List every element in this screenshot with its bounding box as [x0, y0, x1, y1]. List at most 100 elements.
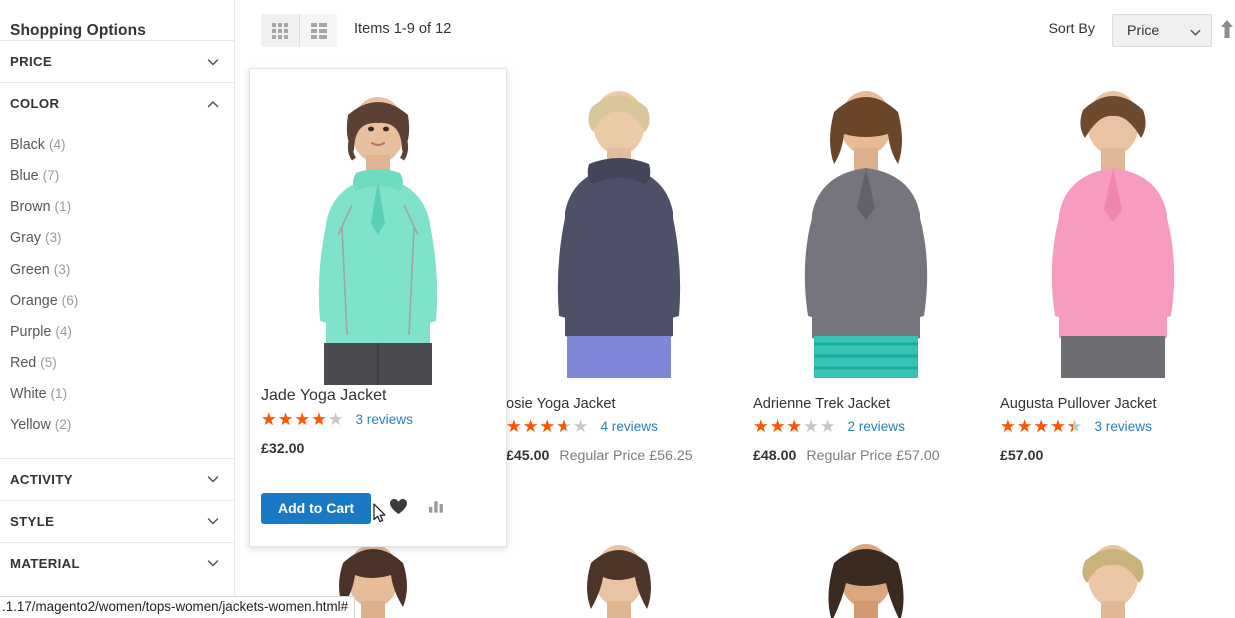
compare-bars-icon[interactable] [428, 499, 445, 518]
color-name: Blue [10, 168, 39, 185]
view-mode-switcher [261, 14, 337, 47]
color-count: (3) [53, 261, 71, 277]
color-name: Gray [10, 230, 41, 247]
product-item[interactable] [496, 515, 742, 618]
chevron-up-icon [206, 97, 219, 110]
product-item[interactable]: Augusta Pullover Jacket ★★★★★ ★★★★★ 3 re… [990, 62, 1235, 464]
sort-by-select[interactable]: Price [1112, 14, 1212, 47]
filter-block-material: MATERIAL [0, 541, 234, 584]
color-name: Red [10, 355, 37, 372]
star-rating-filled: ★★★★★ [261, 411, 329, 428]
product-actions: Add to Cart [261, 493, 445, 524]
chevron-down-icon [206, 472, 219, 485]
star-rating: ★★★★★ ★★★★★ [506, 417, 589, 435]
regular-price-label: Regular Price [806, 448, 893, 464]
reviews-link[interactable]: 2 reviews [847, 419, 904, 434]
filter-option-purple[interactable]: Purple (4) [0, 317, 234, 348]
filter-option-black[interactable]: Black (4) [0, 130, 234, 161]
sort-ascending-arrow-icon[interactable] [1219, 18, 1235, 40]
product-image[interactable] [496, 515, 742, 618]
heart-icon[interactable] [389, 498, 408, 520]
color-name: Black [10, 137, 45, 153]
color-name: Purple [10, 323, 52, 340]
product-name[interactable]: Augusta Pullover Jacket [990, 380, 1235, 412]
product-image[interactable] [743, 515, 989, 618]
filter-header-price[interactable]: PRICE [0, 41, 234, 82]
reviews-link[interactable]: 4 reviews [600, 419, 657, 434]
product-photo-jade-yoga-jacket [318, 97, 438, 385]
filter-header-color[interactable]: COLOR [0, 83, 234, 124]
product-photo-row2-purple [1082, 545, 1144, 618]
filter-option-brown[interactable]: Brown (1) [0, 192, 234, 223]
product-photo-josie-yoga-jacket [557, 91, 681, 378]
sidebar-title: Shopping Options [10, 22, 146, 39]
product-image[interactable] [743, 62, 989, 380]
filter-label-activity: ACTIVITY [10, 471, 73, 487]
chevron-down-icon [206, 514, 219, 527]
star-rating-filled: ★★★★★ [753, 418, 804, 435]
product-image[interactable] [496, 62, 742, 380]
product-rating: ★★★★★ ★★★★★ 3 reviews [990, 412, 1235, 435]
product-name[interactable]: Jade Yoga Jacket [250, 387, 506, 405]
filter-label-material: MATERIAL [10, 555, 80, 571]
product-price: £48.00 Regular Price £57.00 [743, 435, 989, 464]
product-rating: ★★★★★ ★★★★★ 3 reviews [250, 405, 506, 428]
filter-block-color: COLOR Black (4) Blue (7) Brown (1) Gray … [0, 82, 234, 458]
product-name[interactable]: osie Yoga Jacket [496, 380, 742, 412]
product-item[interactable] [743, 515, 989, 618]
product-price: £32.00 [250, 428, 506, 457]
filter-label-price: PRICE [10, 54, 53, 69]
filter-option-green[interactable]: Green (3) [0, 255, 234, 286]
product-item[interactable] [990, 515, 1235, 618]
color-name: Orange [10, 292, 58, 309]
sort-by-label: Sort By [1048, 21, 1095, 37]
regular-price-value: £56.25 [649, 448, 693, 464]
color-count: (7) [42, 168, 60, 184]
filter-option-yellow[interactable]: Yellow (2) [0, 410, 234, 441]
chevron-down-icon [206, 55, 219, 68]
chevron-down-icon [1189, 26, 1202, 39]
filter-header-activity[interactable]: ACTIVITY [0, 459, 234, 500]
filter-option-blue[interactable]: Blue (7) [0, 161, 234, 192]
status-bar-url: .1.17/magento2/women/tops-women/jackets-… [0, 596, 356, 618]
final-price: £57.00 [1000, 448, 1044, 464]
product-image[interactable] [990, 515, 1235, 618]
regular-price-value: £57.00 [896, 448, 940, 464]
star-rating-filled: ★★★★★ [506, 418, 567, 435]
product-item[interactable]: osie Yoga Jacket ★★★★★ ★★★★★ 4 reviews £… [496, 62, 742, 464]
final-price: £32.00 [261, 441, 305, 457]
products-toolbar: Items 1-9 of 12 Sort By Price [250, 0, 1235, 62]
color-name: Yellow [10, 417, 51, 434]
reviews-link[interactable]: 3 reviews [1094, 419, 1151, 434]
filter-option-gray[interactable]: Gray (3) [0, 223, 234, 254]
product-image[interactable] [250, 69, 506, 387]
color-count: (3) [44, 230, 62, 246]
items-count-label: Items 1-9 of 12 [354, 21, 452, 37]
regular-price-label: Regular Price [559, 448, 646, 464]
filter-header-style[interactable]: STYLE [0, 501, 234, 542]
star-rating: ★★★★★ ★★★★★ [261, 410, 344, 428]
product-item-hovered[interactable]: Jade Yoga Jacket ★★★★★ ★★★★★ 3 reviews £… [249, 68, 507, 547]
product-image[interactable] [990, 62, 1235, 380]
color-count: (6) [61, 292, 79, 308]
product-item[interactable]: Adrienne Trek Jacket ★★★★★ ★★★★★ 2 revie… [743, 62, 989, 464]
product-name[interactable]: Adrienne Trek Jacket [743, 380, 989, 412]
product-photo-augusta-pullover-jacket [1051, 91, 1175, 378]
color-count: (2) [54, 417, 72, 433]
sort-selected-value: Price [1127, 23, 1160, 39]
star-rating: ★★★★★ ★★★★★ [1000, 417, 1083, 435]
list-view-button[interactable] [299, 14, 337, 47]
final-price: £45.00 [506, 448, 550, 464]
product-rating: ★★★★★ ★★★★★ 2 reviews [743, 412, 989, 435]
filter-option-red[interactable]: Red (5) [0, 348, 234, 379]
color-name: Green [10, 261, 50, 278]
filter-header-material[interactable]: MATERIAL [0, 543, 234, 584]
filter-label-color: COLOR [10, 96, 60, 111]
filter-option-orange[interactable]: Orange (6) [0, 286, 234, 317]
add-to-cart-button[interactable]: Add to Cart [261, 493, 372, 524]
reviews-link[interactable]: 3 reviews [355, 412, 412, 427]
color-name: White [10, 386, 47, 403]
grid-view-button[interactable] [261, 14, 299, 47]
filter-option-white[interactable]: White (1) [0, 379, 234, 410]
filter-block-style: STYLE [0, 499, 234, 542]
